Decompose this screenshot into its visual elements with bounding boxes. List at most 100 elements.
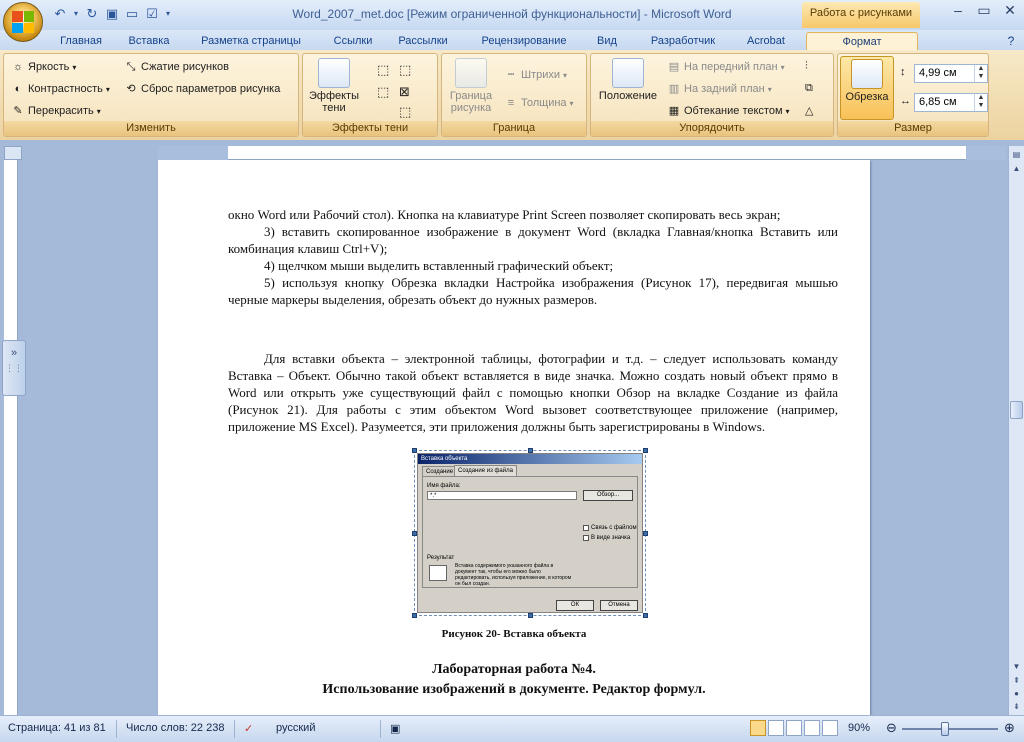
help-icon[interactable]: ? bbox=[1002, 32, 1020, 50]
resize-handle[interactable] bbox=[643, 613, 648, 618]
compress-pictures-button[interactable]: ⤡ Сжатие рисунков bbox=[124, 60, 229, 74]
tab-review[interactable]: Рецензирование bbox=[470, 32, 578, 50]
dialog-frame: Имя файла: *.* Обзор... Связь с файлом В… bbox=[422, 476, 638, 588]
print-layout-view-button[interactable] bbox=[750, 720, 766, 736]
brightness-button[interactable]: ☼ Яркость ▾ bbox=[11, 60, 76, 74]
vertical-scrollbar[interactable]: ▤ ▲ ▼ ⇞ ● ⇟ bbox=[1008, 146, 1024, 715]
office-button[interactable] bbox=[3, 2, 43, 42]
dashes-icon: ┅ bbox=[507, 69, 515, 81]
tab-acrobat[interactable]: Acrobat bbox=[740, 32, 792, 50]
ruler-tab-selector[interactable] bbox=[4, 146, 22, 160]
dashes-button[interactable]: ┅ Штрихи ▾ bbox=[504, 68, 567, 82]
crop-icon bbox=[851, 59, 883, 89]
view-ruler-icon[interactable]: ▤ bbox=[1010, 148, 1023, 161]
send-to-back-button[interactable]: ▥ На задний план ▾ bbox=[667, 82, 772, 96]
height-icon: ↕ bbox=[900, 66, 906, 78]
dropdown-arrow-icon: ▾ bbox=[563, 70, 568, 80]
recolor-button[interactable]: ✎ Перекрасить ▾ bbox=[11, 104, 100, 118]
dropdown-arrow-icon: ▾ bbox=[785, 106, 790, 116]
tab-references[interactable]: Ссылки bbox=[325, 32, 381, 50]
contrast-button[interactable]: ◐ Контрастность ▾ bbox=[11, 82, 110, 96]
paragraph: Для вставки объекта – электронной таблиц… bbox=[228, 351, 838, 434]
minimize-icon[interactable]: – bbox=[945, 0, 971, 20]
bring-to-front-icon: ▤ bbox=[668, 61, 680, 73]
crop-button[interactable]: Обрезка bbox=[840, 56, 894, 120]
resize-handle[interactable] bbox=[412, 448, 417, 453]
outline-view-button[interactable] bbox=[804, 720, 820, 736]
resize-handle[interactable] bbox=[528, 448, 533, 453]
align-icon[interactable]: ⫶ bbox=[805, 60, 808, 73]
zoom-level[interactable]: 90% bbox=[848, 722, 870, 734]
nudge-shadow-down-icon[interactable]: ⬚ bbox=[399, 104, 411, 120]
bring-to-front-button[interactable]: ▤ На передний план ▾ bbox=[667, 60, 785, 74]
full-screen-reading-view-button[interactable] bbox=[768, 720, 784, 736]
tab-view[interactable]: Вид bbox=[590, 32, 624, 50]
resize-handle[interactable] bbox=[643, 531, 648, 536]
shadow-effects-button[interactable]: Эффекты тени bbox=[307, 58, 361, 114]
resize-handle[interactable] bbox=[412, 531, 417, 536]
zoom-in-icon[interactable]: ⊕ bbox=[1004, 720, 1015, 736]
document-page[interactable]: окно Word или Рабочий стол). Кнопка на к… bbox=[158, 160, 870, 715]
maximize-icon[interactable]: ▭ bbox=[971, 0, 997, 20]
text-wrapping-button[interactable]: ▦ Обтекание текстом ▾ bbox=[667, 104, 790, 118]
tab-developer[interactable]: Разработчик bbox=[636, 32, 730, 50]
selected-picture[interactable]: Вставка объекта Создание Создание из фай… bbox=[412, 448, 648, 618]
draft-view-button[interactable] bbox=[822, 720, 838, 736]
tab-mailings[interactable]: Рассылки bbox=[392, 32, 454, 50]
previous-page-icon[interactable]: ⇞ bbox=[1010, 674, 1023, 687]
brightness-icon: ☼ bbox=[12, 61, 24, 73]
word-count[interactable]: Число слов: 22 238 bbox=[126, 722, 224, 734]
document-area[interactable]: окно Word или Рабочий стол). Кнопка на к… bbox=[22, 160, 1008, 715]
close-icon[interactable]: ✕ bbox=[997, 0, 1023, 20]
ribbon-tabs: Главная Вставка Разметка страницы Ссылки… bbox=[0, 30, 1024, 50]
nudge-shadow-right-icon[interactable]: ⬚ bbox=[399, 62, 411, 78]
group-border: Граница рисунка ┅ Штрихи ▾ ≡ Толщина ▾ Грани… bbox=[441, 53, 587, 137]
resize-handle[interactable] bbox=[643, 448, 648, 453]
zoom-out-icon[interactable]: ⊖ bbox=[886, 720, 897, 736]
spinner-arrows-icon[interactable]: ▲ ▼ bbox=[974, 65, 987, 82]
section-subheading: Использование изображений в документе. Р… bbox=[322, 682, 706, 697]
nudge-shadow-up-icon[interactable]: ⬚ bbox=[377, 62, 389, 78]
zoom-slider-track[interactable] bbox=[902, 728, 998, 730]
nudge-shadow-left-icon[interactable]: ⬚ bbox=[377, 84, 389, 100]
picture-border-button[interactable]: Граница рисунка bbox=[444, 58, 498, 114]
position-button[interactable]: Положение bbox=[595, 58, 661, 102]
macro-recording-icon[interactable]: ▣ bbox=[390, 722, 400, 735]
reset-picture-icon: ⟲ bbox=[126, 83, 136, 95]
shadow-toggle-icon[interactable]: ⊠ bbox=[399, 84, 410, 100]
tab-format[interactable]: Формат bbox=[806, 32, 918, 50]
horizontal-ruler[interactable] bbox=[158, 146, 1006, 160]
scroll-down-icon[interactable]: ▼ bbox=[1010, 660, 1023, 673]
resize-handle[interactable] bbox=[412, 613, 417, 618]
shape-height-field[interactable]: 4,99 см ▲ ▼ bbox=[914, 64, 988, 83]
side-panel-toggle[interactable]: » ⋮⋮ bbox=[2, 340, 26, 396]
scroll-thumb[interactable] bbox=[1010, 401, 1023, 419]
reset-picture-button[interactable]: ⟲ Сброс параметров рисунка bbox=[124, 82, 280, 96]
shape-width-field[interactable]: 6,85 см ▲ ▼ bbox=[914, 93, 988, 112]
next-page-icon[interactable]: ⇟ bbox=[1010, 700, 1023, 713]
dropdown-arrow-icon: ▾ bbox=[767, 84, 772, 94]
insert-object-dialog-image: Вставка объекта Создание Создание из фай… bbox=[417, 453, 643, 613]
tab-page-layout[interactable]: Разметка страницы bbox=[192, 32, 310, 50]
line-weight-icon: ≡ bbox=[507, 97, 515, 109]
proofing-icon[interactable]: ✓ bbox=[244, 722, 253, 735]
ok-button: ОК bbox=[556, 600, 594, 611]
language[interactable]: русский bbox=[276, 722, 315, 734]
filename-field: *.* bbox=[427, 491, 577, 500]
zoom-slider-thumb[interactable] bbox=[941, 722, 949, 736]
resize-handle[interactable] bbox=[528, 613, 533, 618]
weight-button[interactable]: ≡ Толщина ▾ bbox=[504, 96, 574, 110]
browse-object-icon[interactable]: ● bbox=[1010, 687, 1023, 700]
web-layout-view-button[interactable] bbox=[786, 720, 802, 736]
page-count[interactable]: Страница: 41 из 81 bbox=[8, 722, 106, 734]
rotate-icon[interactable]: △ bbox=[805, 104, 813, 117]
group-objects-icon[interactable]: ⧉ bbox=[805, 82, 813, 95]
divider bbox=[234, 720, 235, 738]
scroll-up-icon[interactable]: ▲ bbox=[1010, 162, 1023, 175]
tab-insert[interactable]: Вставка bbox=[120, 32, 178, 50]
spinner-arrows-icon[interactable]: ▲ ▼ bbox=[974, 94, 987, 111]
picture-border-icon bbox=[455, 58, 487, 88]
tab-home[interactable]: Главная bbox=[55, 32, 107, 50]
vertical-ruler[interactable] bbox=[4, 160, 18, 715]
link-checkbox: Связь с файлом bbox=[583, 525, 637, 531]
